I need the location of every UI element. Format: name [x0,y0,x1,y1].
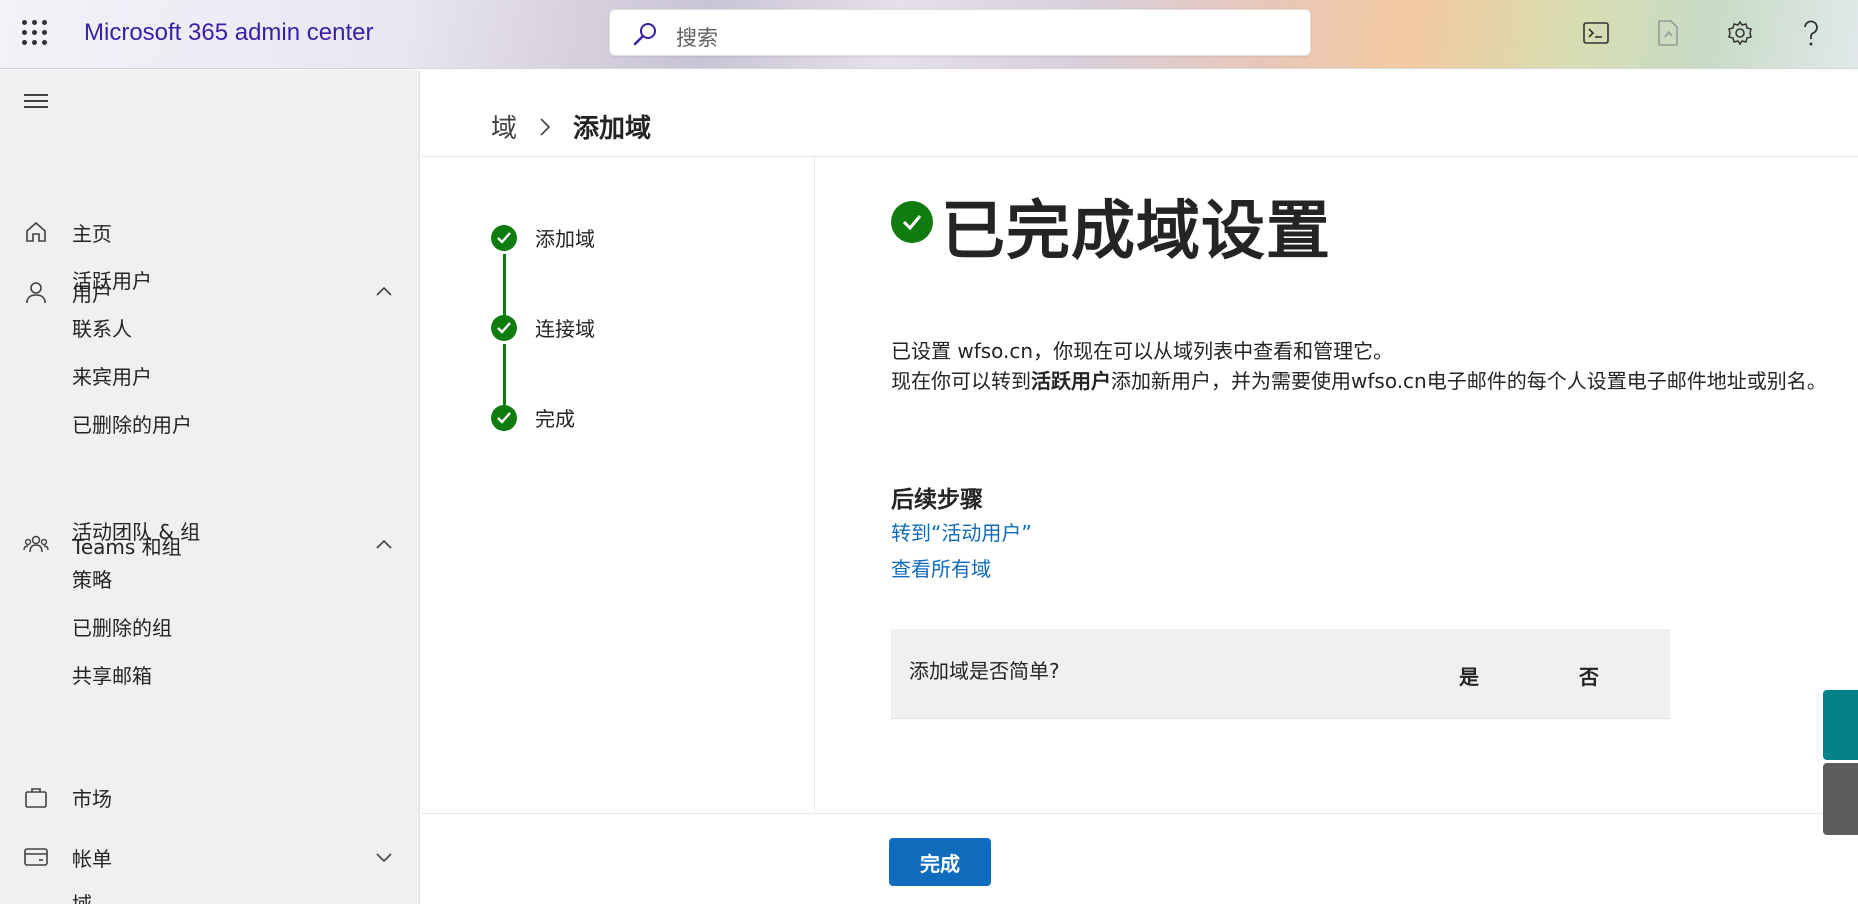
sidebar-item-deleted-users[interactable]: 已删除的用户 [72,409,192,438]
success-check-icon [891,201,933,243]
checkmark-icon [491,314,517,341]
step-label: 连接域 [535,317,595,341]
breadcrumb-domains-link[interactable]: 域 [491,108,517,145]
sidebar-item-domains[interactable]: 域 [72,888,92,904]
people-team-icon [22,531,50,559]
go-to-active-users-link[interactable]: 转到“活动用户” [891,517,1032,546]
divider [814,157,815,814]
breadcrumb: 域 添加域 [491,108,651,145]
chevron-up-icon[interactable] [374,535,394,555]
view-all-domains-link[interactable]: 查看所有域 [891,553,991,582]
nav-item-users[interactable]: 用户 [0,270,420,314]
step-label: 完成 [535,407,575,431]
search-icon [633,23,656,46]
feedback-panel: 添加域是否简单? 是 否 [891,629,1670,719]
feedback-tab[interactable] [1823,763,1858,835]
breadcrumb-current: 添加域 [573,114,652,144]
terminal-icon[interactable] [1579,16,1613,50]
app-launcher-icon[interactable] [22,20,48,46]
sidebar-item-active-users[interactable]: 活跃用户 [72,265,152,294]
step-label: 添加域 [535,227,595,251]
nav-item-label: 市场 [72,786,112,811]
divider [421,813,1858,814]
status-text: 已设置 wfso.cn，你现在可以从域列表中查看和管理它。 [891,339,1394,363]
nav-item-home[interactable]: 主页 [0,210,420,254]
checkmark-icon [491,404,517,431]
sidebar-item-active-teams[interactable]: 活动团队 & 组 [72,516,200,545]
document-icon[interactable] [1651,16,1685,50]
home-icon [22,218,50,246]
person-icon [22,278,50,306]
search-box[interactable]: 搜索 [609,9,1311,56]
sidebar: 主页 用户 活跃用户 联系人 来宾用户 已删除的用户 Teams 和组 活动团队… [0,70,420,904]
chevron-up-icon[interactable] [374,282,394,302]
done-button[interactable]: 完成 [889,838,991,886]
nav-item-marketplace[interactable]: 市场 [0,775,420,819]
feedback-no-button[interactable]: 否 [1579,661,1599,690]
shopping-bag-icon [22,783,50,811]
nav-item-label: 主页 [72,221,112,246]
help-support-tab[interactable] [1823,690,1858,760]
instruction-text: 现在你可以转到活跃用户添加新用户，并为需要使用wfso.cn电子邮件的每个人设置… [891,366,1831,396]
chevron-right-icon [540,117,551,136]
nav-item-teams-groups[interactable]: Teams 和组 [0,523,420,567]
instruction-text-part: 添加新用户，并为需要使用wfso.cn电子邮件的每个人设置电子邮件地址或别名。 [1111,369,1827,393]
sidebar-item-policies[interactable]: 策略 [72,564,112,593]
nav-item-billing[interactable]: 帐单 [0,835,420,879]
instruction-text-part: 现在你可以转到 [891,369,1031,393]
instruction-text-bold: 活跃用户 [1031,369,1111,393]
chevron-down-icon[interactable] [374,847,394,867]
step-finish: 完成 [491,403,575,432]
next-steps-title: 后续步骤 [891,487,983,513]
feedback-question: 添加域是否简单? [909,659,1060,683]
nav-item-label: 帐单 [72,846,112,871]
sidebar-item-guest-users[interactable]: 来宾用户 [72,361,152,390]
help-icon[interactable] [1794,16,1828,50]
page-title: 已完成域设置 [941,195,1331,269]
credit-card-icon [22,843,50,871]
step-connector [503,344,506,408]
step-connect-domain: 连接域 [491,313,595,342]
settings-gear-icon[interactable] [1723,16,1757,50]
divider [421,156,1858,157]
feedback-yes-button[interactable]: 是 [1459,661,1479,690]
sidebar-item-shared-mailboxes[interactable]: 共享邮箱 [72,660,152,689]
app-title[interactable]: Microsoft 365 admin center [84,19,373,47]
hamburger-menu-icon[interactable] [24,94,48,108]
sidebar-item-contacts[interactable]: 联系人 [72,313,132,342]
step-add-domain: 添加域 [491,223,595,252]
checkmark-icon [491,224,517,251]
main-content: 域 添加域 添加域 连接域 完成 已完成域设置 已设置 wfso.cn，你现在可… [421,70,1858,904]
nav-item-settings[interactable]: 设置 [0,896,420,904]
step-connector [503,254,506,318]
sidebar-item-deleted-groups[interactable]: 已删除的组 [72,612,172,641]
search-input[interactable]: 搜索 [676,22,718,52]
top-bar: Microsoft 365 admin center 搜索 [0,0,1858,69]
